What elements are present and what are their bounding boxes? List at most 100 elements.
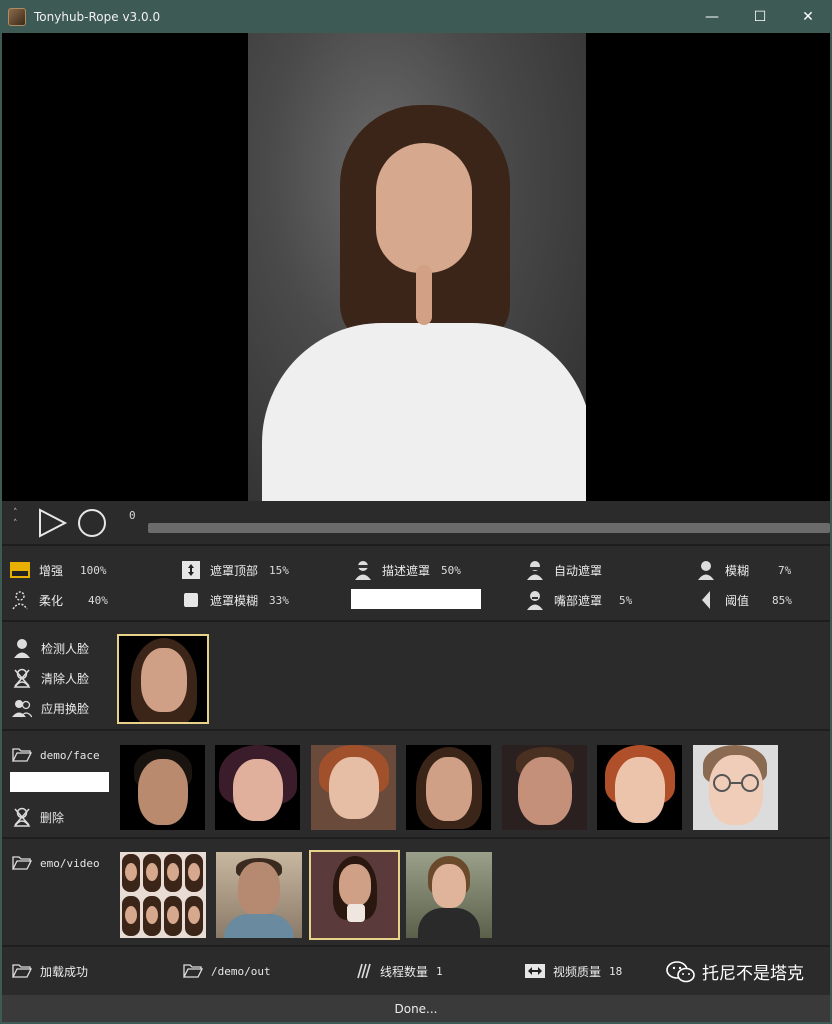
parameters-panel: 增强 100% 柔化 40% 遮罩顶部 15% 遮罩模糊 33% 描述遮罩 50… (2, 548, 830, 622)
blur-value: 7% (778, 563, 792, 577)
output-path: /demo/out (211, 964, 271, 978)
mask-blur-control[interactable]: 遮罩模糊 33% (181, 589, 289, 611)
person-icon (696, 560, 716, 580)
mouth-mask-control[interactable]: 嘴部遮罩 5% (525, 589, 632, 611)
window-title: Tonyhub-Rope v3.0.0 (34, 9, 161, 24)
mask-description-input[interactable] (351, 589, 481, 609)
face-folder-button[interactable]: demo/face (12, 745, 100, 765)
mask-top-control[interactable]: 遮罩顶部 15% (181, 559, 289, 581)
clear-person-icon (12, 668, 32, 688)
blur-label: 模糊 (725, 563, 750, 578)
apply-swap-button[interactable]: 应用换脸 (12, 697, 89, 719)
threads-control[interactable]: 线程数量 1 (354, 961, 443, 981)
horizontal-resize-icon (525, 964, 545, 978)
clear-faces-button[interactable]: 清除人脸 (12, 667, 89, 689)
soften-label: 柔化 (39, 593, 64, 608)
threshold-control[interactable]: 阈值 85% (696, 589, 792, 611)
close-button[interactable]: ✕ (784, 0, 832, 33)
status-bar: Done... (2, 995, 830, 1022)
swap-people-icon (12, 698, 32, 718)
describe-mask-value: 50% (441, 563, 461, 577)
delete-face-label: 删除 (40, 810, 65, 825)
delete-person-icon (13, 807, 31, 827)
minimize-button[interactable]: — (688, 0, 736, 33)
frame-stepper[interactable]: ˄ ˄ (13, 508, 18, 530)
auto-mask-control[interactable]: 自动遮罩 (525, 559, 602, 581)
video-thumbnail[interactable] (120, 852, 206, 938)
player-controls: ˄ ˄ 0 (2, 501, 830, 546)
mouth-mask-value: 5% (619, 593, 633, 607)
face-thumbnail[interactable] (311, 745, 396, 830)
soften-control[interactable]: 柔化 40% (10, 589, 108, 611)
describe-mask-control[interactable]: 描述遮罩 50% (353, 559, 461, 581)
face-thumbnail[interactable] (215, 745, 300, 830)
mask-top-value: 15% (269, 563, 289, 577)
mask-top-label: 遮罩顶部 (210, 563, 259, 578)
face-thumbnail[interactable] (406, 745, 491, 830)
watermark-text: 托尼不是塔克 (702, 964, 804, 984)
enhance-label: 增强 (39, 563, 64, 578)
face-thumbnail[interactable] (502, 745, 587, 830)
load-status: 加载成功 (40, 964, 89, 979)
describe-mask-label: 描述遮罩 (382, 563, 431, 578)
person-mask-icon (525, 560, 545, 580)
bottom-toolbar: 加载成功 /demo/out 线程数量 1 视频质量 18 托尼不是塔克 (2, 949, 830, 994)
load-folder-button[interactable]: 加载成功 (12, 961, 88, 981)
gfpgan-icon (10, 560, 30, 580)
mask-blur-label: 遮罩模糊 (210, 593, 259, 608)
enhance-value: 100% (80, 563, 107, 577)
threshold-icon (696, 590, 716, 610)
face-library-panel: demo/face 删除 (2, 733, 830, 839)
frame-number: 0 (129, 509, 136, 522)
step-up-icon[interactable]: ˄ (13, 508, 18, 519)
face-thumbnail[interactable] (597, 745, 682, 830)
threads-icon (357, 963, 371, 979)
soften-icon (10, 590, 30, 610)
title-bar: Tonyhub-Rope v3.0.0 — ☐ ✕ (0, 0, 832, 33)
quality-control[interactable]: 视频质量 18 (525, 961, 622, 981)
record-icon[interactable] (76, 507, 108, 539)
video-thumbnail[interactable] (406, 852, 492, 938)
video-thumbnail[interactable] (216, 852, 302, 938)
detect-faces-label: 检测人脸 (41, 641, 90, 656)
threshold-value: 85% (772, 593, 792, 607)
video-folder-button[interactable]: emo/video (12, 853, 100, 873)
watermark: 托尼不是塔克 (666, 959, 804, 984)
clear-faces-label: 清除人脸 (41, 671, 90, 686)
face-search-input[interactable] (10, 772, 109, 792)
mouth-mask-label: 嘴部遮罩 (554, 593, 603, 608)
quality-label: 视频质量 (553, 964, 602, 979)
quality-value: 18 (609, 964, 623, 978)
threads-value: 1 (436, 964, 443, 978)
delete-face-button[interactable]: 删除 (12, 807, 64, 827)
output-folder-button[interactable]: /demo/out (183, 961, 271, 981)
video-thumbnail-selected[interactable] (309, 850, 400, 940)
app-icon (8, 7, 26, 26)
video-preview (2, 33, 830, 501)
play-icon[interactable] (36, 507, 68, 539)
face-thumbnail[interactable] (120, 745, 205, 830)
vertical-resize-icon (181, 560, 201, 580)
folder-icon (12, 856, 32, 870)
folder-icon (183, 964, 203, 978)
detect-faces-button[interactable]: 检测人脸 (12, 637, 89, 659)
blur-control[interactable]: 模糊 7% (696, 559, 791, 581)
mouth-mask-icon (525, 590, 545, 610)
status-text: Done... (394, 1001, 438, 1016)
preview-frame-image (248, 33, 586, 501)
face-folder-path: demo/face (40, 748, 100, 762)
enhance-control[interactable]: 增强 100% (10, 559, 107, 581)
threshold-label: 阈值 (725, 593, 750, 608)
mask-blur-value: 33% (269, 593, 289, 607)
video-folder-path: emo/video (40, 856, 100, 870)
soften-value: 40% (88, 593, 108, 607)
timeline-slider[interactable] (148, 523, 830, 533)
threads-label: 线程数量 (380, 964, 429, 979)
source-face-panel: 检测人脸 清除人脸 应用换脸 (2, 624, 830, 731)
maximize-button[interactable]: ☐ (736, 0, 784, 33)
step-up-icon[interactable]: ˄ (13, 519, 18, 530)
face-thumbnail[interactable] (693, 745, 778, 830)
detected-face-thumbnail[interactable] (117, 634, 209, 724)
auto-mask-label: 自动遮罩 (554, 563, 603, 578)
person-mask-icon (353, 560, 373, 580)
